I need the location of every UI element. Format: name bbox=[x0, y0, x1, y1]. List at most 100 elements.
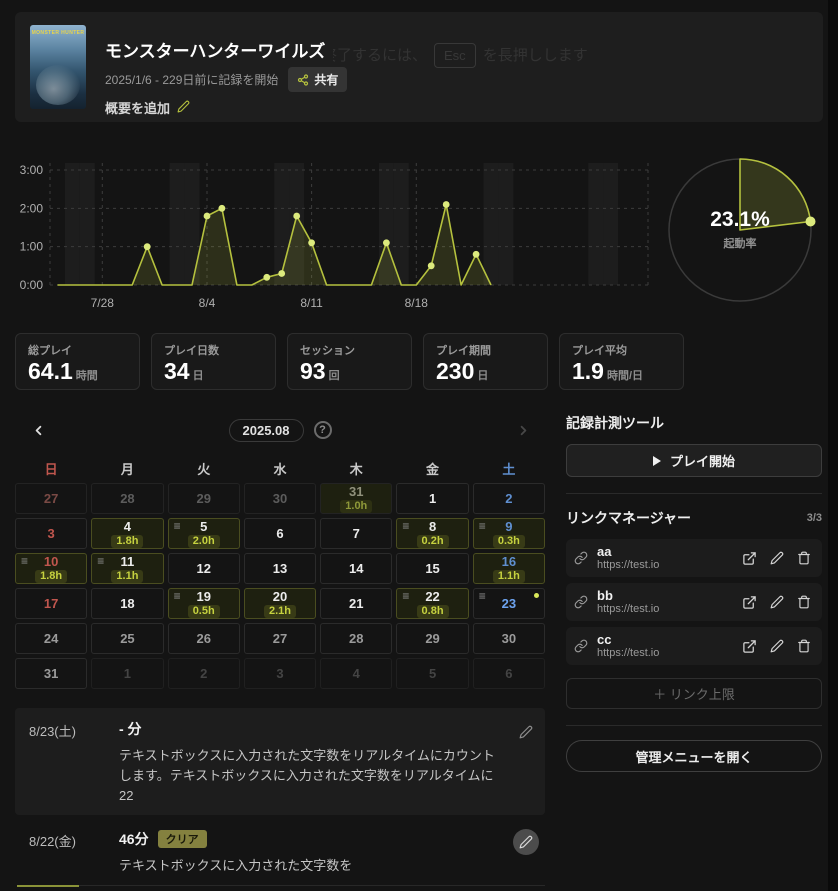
calendar-day-cell[interactable]: 13 bbox=[244, 553, 316, 584]
log-memo: テキストボックスに入力された文字数をリアルタイムにカウントします。テキストボック… bbox=[119, 746, 501, 806]
edit-link-button[interactable] bbox=[770, 639, 784, 654]
calendar-day-cell[interactable]: 6 bbox=[244, 518, 316, 549]
stat-value: 230日 bbox=[436, 358, 535, 384]
day-number: 3 bbox=[48, 527, 55, 541]
day-number: 1 bbox=[429, 492, 436, 506]
calendar-day-cell[interactable]: 14 bbox=[320, 553, 392, 584]
calendar-day-cell[interactable]: 1 bbox=[396, 483, 468, 514]
calendar-day-cell[interactable]: 202.1h bbox=[244, 588, 316, 619]
calendar-day-cell[interactable]: 3 bbox=[244, 658, 316, 689]
calendar-day-cell[interactable]: 26 bbox=[168, 623, 240, 654]
calendar-next-button[interactable] bbox=[516, 423, 531, 438]
edit-log-button[interactable] bbox=[513, 829, 539, 855]
day-number: 4 bbox=[124, 520, 131, 534]
link-url: https://test.io bbox=[597, 603, 742, 616]
calendar-day-cell[interactable]: 27 bbox=[15, 483, 87, 514]
calendar-day-cell[interactable]: 24 bbox=[15, 623, 87, 654]
game-cover-image[interactable]: MONSTER HUNTER bbox=[30, 25, 86, 109]
day-number: 26 bbox=[196, 632, 210, 646]
delete-trash-icon bbox=[797, 639, 811, 653]
calendar-day-cell[interactable]: 2 bbox=[473, 483, 545, 514]
calendar-day-cell[interactable]: 29 bbox=[168, 483, 240, 514]
calendar-day-cell[interactable]: 29 bbox=[396, 623, 468, 654]
play-start-button[interactable]: プレイ開始 bbox=[566, 444, 822, 477]
calendar-day-cell[interactable]: 27 bbox=[244, 623, 316, 654]
svg-text:8/11: 8/11 bbox=[300, 296, 323, 310]
calendar-day-cell[interactable]: 2 bbox=[168, 658, 240, 689]
link-count-badge: 3/3 bbox=[807, 512, 822, 524]
delete-link-button[interactable] bbox=[797, 639, 811, 654]
edit-link-button[interactable] bbox=[770, 551, 784, 566]
calendar-day-cell[interactable]: 6 bbox=[473, 658, 545, 689]
pie-chart-svg bbox=[655, 148, 830, 318]
play-hours-badge: 1.0h bbox=[340, 500, 372, 513]
calendar-day-cell[interactable]: 7 bbox=[320, 518, 392, 549]
calendar-day-cell[interactable]: 17 bbox=[15, 588, 87, 619]
link-item[interactable]: bbhttps://test.io bbox=[566, 583, 822, 621]
calendar-prev-button[interactable] bbox=[31, 423, 46, 438]
calendar-day-cell[interactable]: 31 bbox=[15, 658, 87, 689]
svg-text:8/18: 8/18 bbox=[405, 296, 429, 310]
play-hours-badge: 1.8h bbox=[35, 570, 67, 583]
calendar-day-cell[interactable]: ≡80.2h bbox=[396, 518, 468, 549]
edit-log-button[interactable] bbox=[513, 719, 539, 745]
weekday-label: 水 bbox=[244, 459, 316, 478]
calendar-day-cell[interactable]: ≡23 bbox=[473, 588, 545, 619]
day-number: 24 bbox=[44, 632, 58, 646]
link-chain-icon bbox=[574, 595, 588, 609]
add-link-button[interactable]: ＋ リンク上限 bbox=[566, 678, 822, 709]
admin-menu-button[interactable]: 管理メニューを開く bbox=[566, 740, 822, 772]
calendar-day-cell[interactable]: ≡190.5h bbox=[168, 588, 240, 619]
calendar-day-cell[interactable]: 41.8h bbox=[91, 518, 163, 549]
share-button[interactable]: 共有 bbox=[288, 67, 347, 92]
day-number: 8 bbox=[429, 520, 436, 534]
calendar-day-cell[interactable]: ≡52.0h bbox=[168, 518, 240, 549]
calendar-day-cell[interactable]: 18 bbox=[91, 588, 163, 619]
stat-label: セッション bbox=[300, 342, 399, 358]
day-number: 6 bbox=[505, 667, 512, 681]
calendar-day-cell[interactable]: 28 bbox=[320, 623, 392, 654]
day-number: 5 bbox=[429, 667, 436, 681]
link-item[interactable]: cchttps://test.io bbox=[566, 627, 822, 665]
calendar-month-label[interactable]: 2025.08 bbox=[229, 419, 304, 442]
calendar-day-cell[interactable]: ≡101.8h bbox=[15, 553, 87, 584]
log-duration: 46分クリア bbox=[119, 829, 501, 849]
open-link-button[interactable] bbox=[742, 595, 757, 610]
stat-label: プレイ日数 bbox=[164, 342, 263, 358]
duration-bar bbox=[17, 885, 79, 887]
calendar: 2025.08 ? 日月火水木金土 27282930311.0h12341.8h… bbox=[15, 415, 545, 689]
delete-link-button[interactable] bbox=[797, 551, 811, 566]
calendar-day-cell[interactable]: ≡220.8h bbox=[396, 588, 468, 619]
calendar-day-cell[interactable]: 161.1h bbox=[473, 553, 545, 584]
calendar-day-cell[interactable]: 311.0h bbox=[320, 483, 392, 514]
calendar-day-cell[interactable]: 21 bbox=[320, 588, 392, 619]
stat-card: セッション93回 bbox=[287, 333, 412, 390]
open-link-button[interactable] bbox=[742, 639, 757, 654]
calendar-day-cell[interactable]: 15 bbox=[396, 553, 468, 584]
calendar-day-cell[interactable]: 30 bbox=[244, 483, 316, 514]
help-icon[interactable]: ? bbox=[314, 421, 332, 439]
link-item[interactable]: aahttps://test.io bbox=[566, 539, 822, 577]
calendar-day-cell[interactable]: 4 bbox=[320, 658, 392, 689]
page-right-gutter bbox=[828, 0, 838, 891]
open-link-button[interactable] bbox=[742, 551, 757, 566]
svg-text:2:00: 2:00 bbox=[20, 201, 44, 215]
calendar-day-cell[interactable]: 30 bbox=[473, 623, 545, 654]
calendar-day-cell[interactable]: 25 bbox=[91, 623, 163, 654]
calendar-day-cell[interactable]: 28 bbox=[91, 483, 163, 514]
share-label: 共有 bbox=[314, 71, 338, 88]
weekday-label: 日 bbox=[15, 459, 87, 478]
calendar-day-cell[interactable]: ≡111.1h bbox=[91, 553, 163, 584]
delete-link-button[interactable] bbox=[797, 595, 811, 610]
divider bbox=[566, 725, 822, 726]
edit-link-button[interactable] bbox=[770, 595, 784, 610]
day-number: 2 bbox=[200, 667, 207, 681]
calendar-day-cell[interactable]: ≡90.3h bbox=[473, 518, 545, 549]
edit-pencil-icon bbox=[519, 835, 533, 849]
calendar-day-cell[interactable]: 12 bbox=[168, 553, 240, 584]
calendar-day-cell[interactable]: 5 bbox=[396, 658, 468, 689]
calendar-day-cell[interactable]: 3 bbox=[15, 518, 87, 549]
stat-unit: 時間/日 bbox=[607, 370, 643, 382]
calendar-day-cell[interactable]: 1 bbox=[91, 658, 163, 689]
add-summary-button[interactable]: 概要を追加 bbox=[105, 98, 190, 117]
